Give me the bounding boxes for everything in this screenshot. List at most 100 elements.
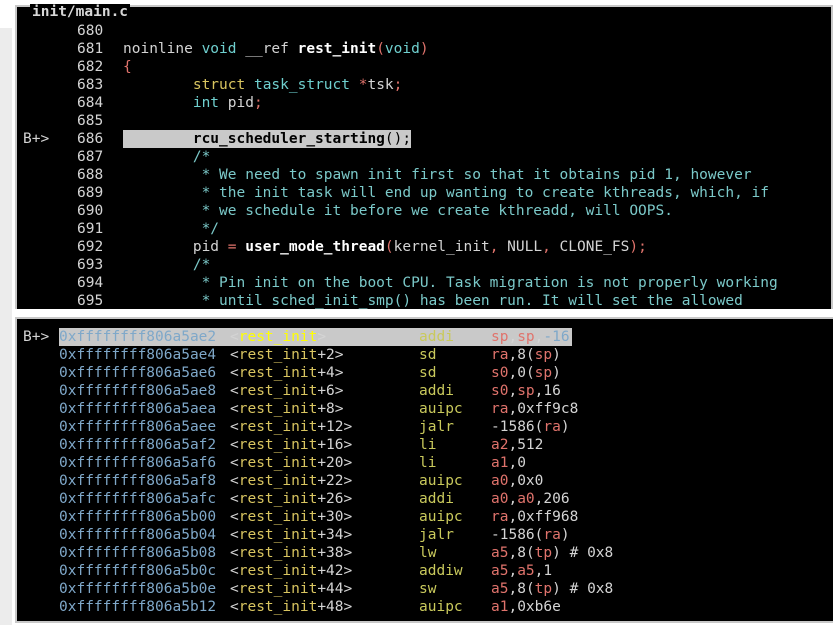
symbol-bracket: > <box>317 329 327 345</box>
instruction-address: 0xffffffff806a5aea <box>59 401 217 417</box>
symbol-bracket: > <box>343 563 353 579</box>
assembly-row[interactable]: 0xffffffff806a5b00 <rest_init+30> auipc ra,… <box>17 508 833 526</box>
operand-token: -1586 <box>491 527 535 543</box>
symbol-offset-value: +48 <box>317 599 344 615</box>
code-token: * Pin init on the boot CPU. Task migrati… <box>192 275 778 291</box>
mnemonic: li <box>419 437 437 453</box>
source-line[interactable]: 682 { <box>17 58 833 76</box>
source-code: * the init task will end up wanting to c… <box>123 184 769 202</box>
operand-token: ra <box>543 527 561 543</box>
assembly-row[interactable]: 0xffffffff806a5afc <rest_init+26> addi a0,a… <box>17 490 833 508</box>
instruction-address: 0xffffffff806a5afc <box>59 491 217 507</box>
symbol-bracket: > <box>343 473 353 489</box>
assembly-row[interactable]: 0xffffffff806a5af2 <rest_init+16> li a2,512 <box>17 436 833 454</box>
symbol-offset-value: +4 <box>317 365 335 381</box>
source-line[interactable]: 684 int pid; <box>17 94 833 112</box>
assembly-row[interactable]: 0xffffffff806a5aea <rest_init+8> auipc ra,0… <box>17 400 833 418</box>
source-line[interactable]: 694 * Pin init on the boot CPU. Task mig… <box>17 274 833 292</box>
source-line[interactable]: 690 * we schedule it before we create kt… <box>17 202 833 220</box>
symbol-name: rest_init <box>238 455 318 471</box>
assembly-row[interactable]: 0xffffffff806a5b12 <rest_init+48> auipc a1,… <box>17 598 833 616</box>
operand-token: , <box>508 365 518 381</box>
operand-token: # 0x8 <box>560 545 614 561</box>
operand-token: ra <box>543 419 561 435</box>
symbol-bracket: < <box>230 455 239 471</box>
source-pane[interactable]: 680 681 noinline void __ref rest_init(void… <box>15 5 833 309</box>
source-line[interactable]: 695 * until sched_init_smp() has been ru… <box>17 292 833 309</box>
symbol-offset-value: +34 <box>317 527 344 543</box>
operand-token: sp <box>517 329 535 345</box>
operand-token: , <box>508 329 518 345</box>
source-line[interactable]: 685 <box>17 112 833 130</box>
symbol-name: rest_init <box>238 563 318 579</box>
symbol-offset: <rest_init+38> <box>230 544 352 562</box>
mnemonic: sw <box>419 581 437 597</box>
assembly-row[interactable]: 0xffffffff806a5b0e <rest_init+44> sw a5,8(t… <box>17 580 833 598</box>
mnemonic: addi <box>419 491 454 507</box>
symbol-offset: <rest_init+8> <box>230 400 344 418</box>
assembly-row[interactable]: 0xffffffff806a5ae6 <rest_init+4> sd s0,0(sp… <box>17 364 833 382</box>
assembly-row[interactable]: 0xffffffff806a5b08 <rest_init+38> lw a5,8(t… <box>17 544 833 562</box>
operand-token: ra <box>491 401 509 417</box>
symbol-bracket: < <box>230 401 239 417</box>
operand-token: # 0x8 <box>560 581 614 597</box>
assembly-pane[interactable]: B+> 0xffffffff806a5ae2 <rest_init> addi sp,s… <box>15 317 833 623</box>
assembly-row[interactable]: 0xffffffff806a5ae8 <rest_init+6> addi s0,sp… <box>17 382 833 400</box>
assembly-row[interactable]: B+> 0xffffffff806a5ae2 <rest_init> addi sp,s… <box>17 328 833 346</box>
source-line[interactable]: 688 * We need to spawn init first so tha… <box>17 166 833 184</box>
symbol-offset: <rest_init+16> <box>230 436 352 454</box>
assembly-row[interactable]: 0xffffffff806a5b0c <rest_init+42> addiw a5,… <box>17 562 833 580</box>
symbol-bracket: > <box>343 419 353 435</box>
symbol-name: rest_init <box>238 599 318 615</box>
line-number: 688 <box>77 167 104 183</box>
source-line[interactable]: B+> 686 rcu_scheduler_starting(); <box>17 130 833 148</box>
source-line[interactable]: 687 /* <box>17 148 833 166</box>
operands: a0,0x0 <box>491 472 543 490</box>
operand-token: ) <box>552 545 561 561</box>
assembly-row[interactable]: 0xffffffff806a5af6 <rest_init+20> li a1,0 <box>17 454 833 472</box>
symbol-offset: <rest_init+12> <box>230 418 352 436</box>
source-line[interactable]: 683 struct task_struct *tsk; <box>17 76 833 94</box>
source-line[interactable]: 692 pid = user_mode_thread(kernel_init, … <box>17 238 833 256</box>
operand-token: , <box>508 347 518 363</box>
operand-token: tp <box>534 581 553 597</box>
assembly-row[interactable]: 0xffffffff806a5b04 <rest_init+34> jalr -158… <box>17 526 833 544</box>
operand-token: tp <box>534 545 553 561</box>
source-code: * until sched_init_smp() has been run. I… <box>123 292 743 309</box>
source-line[interactable]: 691 */ <box>17 220 833 238</box>
symbol-bracket: > <box>334 383 344 399</box>
breakpoint-marker: B+> <box>23 329 50 345</box>
assembly-row[interactable]: 0xffffffff806a5aee <rest_init+12> jalr -158… <box>17 418 833 436</box>
instruction-address: 0xffffffff806a5aee <box>59 419 217 435</box>
operand-token: ( <box>525 365 535 381</box>
operand-token: sp <box>517 383 535 399</box>
symbol-bracket: < <box>230 419 239 435</box>
code-token: /* <box>192 149 211 165</box>
source-line[interactable]: 681 noinline void __ref rest_init(void) <box>17 40 833 58</box>
operand-token: , <box>508 581 518 597</box>
code-token: , <box>542 239 551 255</box>
source-line[interactable]: 680 <box>17 22 833 40</box>
instruction-address: 0xffffffff806a5b0c <box>59 563 217 579</box>
instruction-address: 0xffffffff806a5b00 <box>59 509 217 525</box>
operand-token: ) <box>552 365 561 381</box>
operand-token: a2 <box>491 437 509 453</box>
symbol-bracket: < <box>230 473 239 489</box>
assembly-row[interactable]: 0xffffffff806a5af8 <rest_init+22> auipc a0,… <box>17 472 833 490</box>
code-token: * the init task will end up wanting to c… <box>192 185 770 201</box>
symbol-bracket: > <box>343 491 353 507</box>
line-number: 692 <box>77 239 104 255</box>
source-code: int pid; <box>123 94 263 112</box>
code-token: */ <box>192 221 220 237</box>
source-line[interactable]: 693 /* <box>17 256 833 274</box>
operand-token: a5 <box>491 563 509 579</box>
symbol-name: rest_init <box>238 581 318 597</box>
instruction-address: 0xffffffff806a5ae6 <box>59 365 217 381</box>
symbol-name: rest_init <box>238 401 318 417</box>
code-token: ; <box>253 95 263 111</box>
assembly-row[interactable]: 0xffffffff806a5ae4 <rest_init+2> sd ra,8(sp… <box>17 346 833 364</box>
code-token: ; <box>393 77 403 93</box>
source-line[interactable]: 689 * the init task will end up wanting … <box>17 184 833 202</box>
operand-token: , <box>508 383 518 399</box>
